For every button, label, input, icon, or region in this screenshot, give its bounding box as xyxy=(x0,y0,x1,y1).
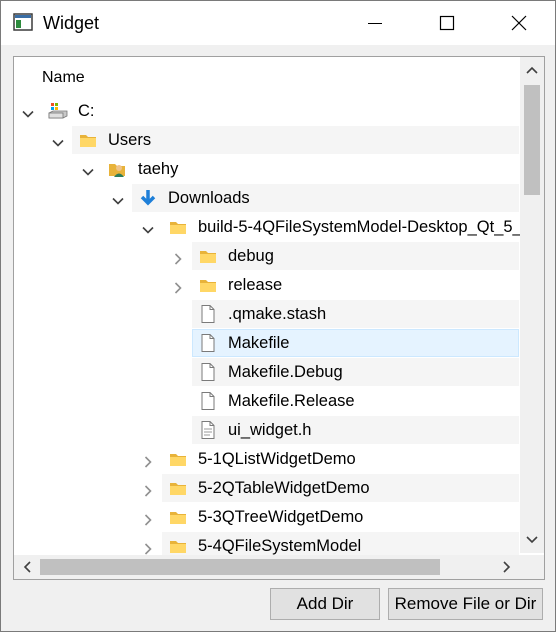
tree-row[interactable]: release xyxy=(14,271,519,299)
column-header-name[interactable]: Name xyxy=(14,57,519,97)
tree-row[interactable]: 5-1QListWidgetDemo xyxy=(14,445,519,473)
scroll-left-icon[interactable] xyxy=(22,561,32,573)
chevron-right-icon[interactable] xyxy=(142,511,154,526)
add-dir-button[interactable]: Add Dir xyxy=(270,588,380,620)
folder-icon xyxy=(168,536,188,556)
tree-row[interactable]: Downloads xyxy=(14,184,519,212)
tree-item-label: Users xyxy=(108,131,152,149)
maximize-button[interactable] xyxy=(411,1,483,45)
minimize-icon xyxy=(368,23,382,24)
tree-item-label: 5-2QTableWidgetDemo xyxy=(198,479,370,497)
chevron-down-icon[interactable] xyxy=(22,105,34,118)
tree-item-label: Makefile.Release xyxy=(228,392,355,410)
tree-item-label: 5-4QFileSystemModel xyxy=(198,537,362,555)
tree-row[interactable]: 5-2QTableWidgetDemo xyxy=(14,474,519,502)
scroll-up-icon[interactable] xyxy=(526,65,538,75)
file-icon xyxy=(198,391,218,411)
remove-file-or-dir-button[interactable]: Remove File or Dir xyxy=(388,588,543,620)
tree-item-label: taehy xyxy=(138,160,179,178)
chevron-down-icon[interactable] xyxy=(142,221,154,234)
tree-row[interactable]: C: xyxy=(14,97,519,125)
header-file-icon xyxy=(198,420,218,440)
folder-icon xyxy=(168,217,188,237)
horizontal-scrollbar[interactable] xyxy=(14,555,520,579)
tree-item-label: Makefile.Debug xyxy=(228,363,343,381)
tree-item-label: Makefile xyxy=(228,334,290,352)
chevron-down-icon[interactable] xyxy=(82,163,94,176)
file-icon xyxy=(198,304,218,324)
tree-item-label: .qmake.stash xyxy=(228,305,327,323)
tree-row[interactable]: Makefile.Release xyxy=(14,387,519,415)
tree-item-label: 5-3QTreeWidgetDemo xyxy=(198,508,364,526)
file-tree-view[interactable]: Name C: Users taehy Downloads build-5-4QFile… xyxy=(13,56,545,580)
user-folder-icon xyxy=(108,159,128,179)
vertical-scroll-thumb[interactable] xyxy=(524,85,540,195)
tree-row[interactable]: taehy xyxy=(14,155,519,183)
title-bar: Widget xyxy=(1,1,555,45)
chevron-right-icon[interactable] xyxy=(142,540,154,555)
tree-row[interactable]: build-5-4QFileSystemModel-Desktop_Qt_5_1… xyxy=(14,213,544,241)
drive-icon xyxy=(48,101,68,121)
close-icon xyxy=(511,15,527,31)
folder-icon xyxy=(198,246,218,266)
minimize-button[interactable] xyxy=(339,1,411,45)
chevron-right-icon[interactable] xyxy=(172,279,184,294)
tree-row[interactable]: ui_widget.h xyxy=(14,416,519,444)
window-title: Widget xyxy=(43,13,100,33)
tree-row[interactable]: 5-3QTreeWidgetDemo xyxy=(14,503,519,531)
main-window: Widget Name C: Users taehy Downloads build-5… xyxy=(0,0,556,632)
tree-row[interactable]: Makefile xyxy=(14,329,519,357)
horizontal-scroll-thumb[interactable] xyxy=(40,559,440,575)
scrollbar-corner xyxy=(520,555,544,579)
chevron-right-icon[interactable] xyxy=(142,453,154,468)
vertical-scrollbar[interactable] xyxy=(520,57,544,553)
chevron-down-icon[interactable] xyxy=(112,192,124,205)
tree-row[interactable]: Makefile.Debug xyxy=(14,358,519,386)
file-icon xyxy=(198,333,218,353)
close-button[interactable] xyxy=(483,1,555,45)
folder-icon xyxy=(78,130,98,150)
tree-row[interactable]: Users xyxy=(14,126,519,154)
tree-item-label: 5-1QListWidgetDemo xyxy=(198,450,356,468)
chevron-right-icon[interactable] xyxy=(142,482,154,497)
tree-item-label: C: xyxy=(78,102,95,120)
folder-icon xyxy=(168,449,188,469)
tree-row[interactable]: debug xyxy=(14,242,519,270)
tree-item-label: ui_widget.h xyxy=(228,421,312,439)
maximize-icon xyxy=(439,15,455,31)
folder-icon xyxy=(168,478,188,498)
tree-item-label: debug xyxy=(228,247,274,265)
tree-item-label: Downloads xyxy=(168,189,250,207)
downloads-icon xyxy=(138,188,158,208)
scroll-right-icon[interactable] xyxy=(502,561,512,573)
file-icon xyxy=(198,362,218,382)
chevron-right-icon[interactable] xyxy=(172,250,184,265)
folder-icon xyxy=(198,275,218,295)
column-header-label: Name xyxy=(42,69,85,86)
scroll-down-icon[interactable] xyxy=(526,535,538,545)
tree-item-label: build-5-4QFileSystemModel-Desktop_Qt_5_1… xyxy=(198,218,544,236)
chevron-down-icon[interactable] xyxy=(52,134,64,147)
folder-icon xyxy=(168,507,188,527)
tree-item-label: release xyxy=(228,276,283,294)
tree-row[interactable]: .qmake.stash xyxy=(14,300,519,328)
app-icon xyxy=(13,13,33,31)
